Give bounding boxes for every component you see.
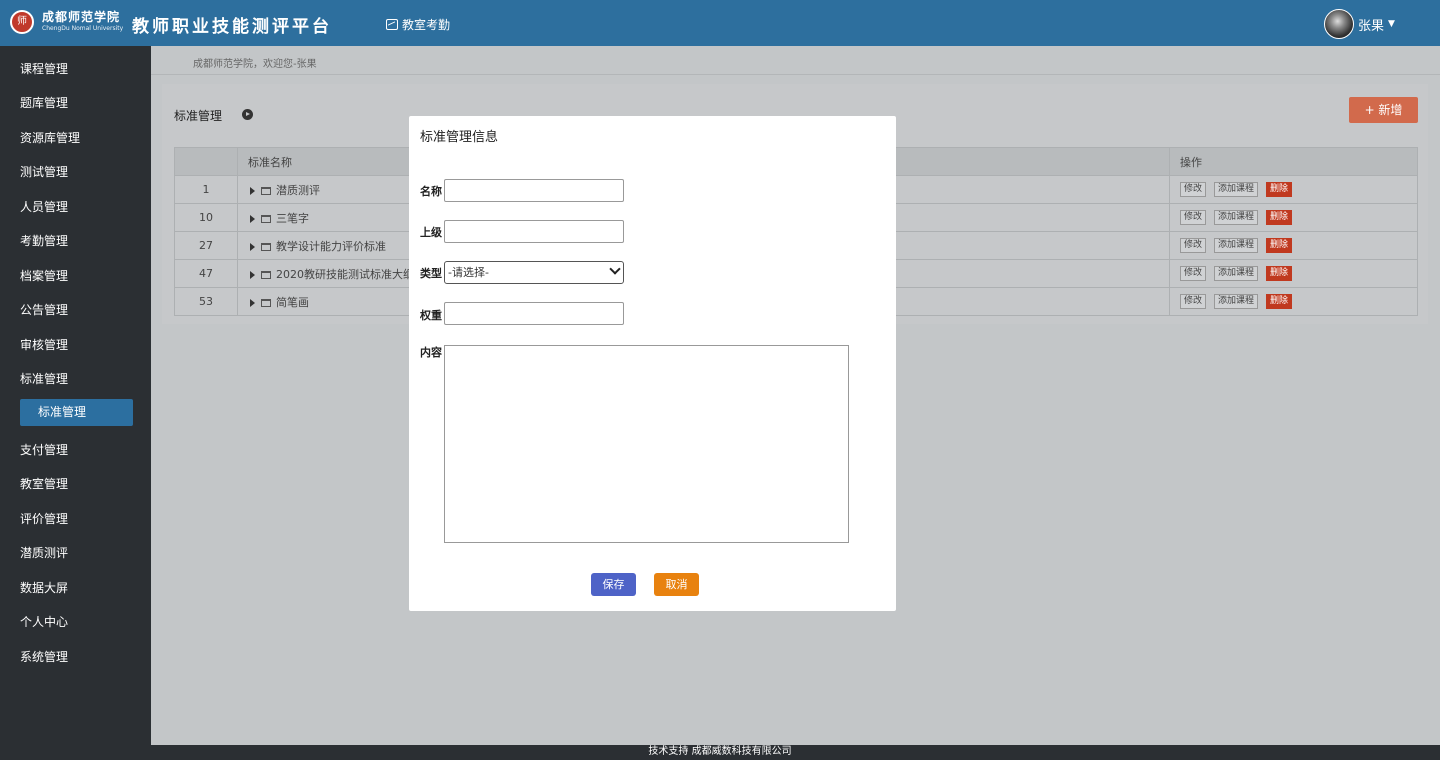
add-course-button[interactable]: 添加课程 [1214,182,1259,197]
edit-button[interactable]: 修改 [1180,238,1207,253]
row-index: 10 [174,203,238,232]
breadcrumb-bar: 成都师范学院，欢迎您-张果 [151,46,1440,75]
avatar [1324,9,1354,39]
row-actions: 修改 添加课程 删除 [1169,231,1418,260]
caret-down-icon: ▼ [1388,19,1395,29]
row-actions: 修改 添加课程 删除 [1169,287,1418,316]
expand-icon[interactable] [250,214,255,223]
row-index: 1 [174,175,238,204]
expand-icon[interactable] [250,298,255,307]
school-name-cn: 成都师范学院 [42,10,121,24]
sidebar-item-tests[interactable]: 测试管理 [20,163,68,180]
add-course-button[interactable]: 添加课程 [1214,238,1259,253]
type-label: 类型 [420,267,442,280]
sidebar-item-standards[interactable]: 标准管理 [20,370,68,387]
row-name: 三笔字 [276,211,309,225]
school-logo-icon: 师 [10,10,34,34]
row-actions: 修改 添加课程 删除 [1169,175,1418,204]
add-course-button[interactable]: 添加课程 [1214,294,1259,309]
sidebar-item-question-bank[interactable]: 题库管理 [20,94,68,111]
row-name: 潜质测评 [276,183,320,197]
delete-button[interactable]: 删除 [1266,294,1293,309]
sidebar-item-personnel[interactable]: 人员管理 [20,198,68,215]
name-field[interactable] [444,179,624,202]
dialog-title: 标准管理信息 [420,130,499,145]
row-index: 53 [174,287,238,316]
breadcrumb: 成都师范学院，欢迎您-张果 [193,59,317,70]
row-name: 简笔画 [276,295,309,309]
delete-button[interactable]: 删除 [1266,182,1293,197]
row-actions: 修改 添加课程 删除 [1169,259,1418,288]
sidebar-item-personal-center[interactable]: 个人中心 [20,613,68,630]
platform-title: 教师职业技能测评平台 [132,17,332,37]
sidebar-item-system[interactable]: 系统管理 [20,648,68,665]
panel-title: 标准管理 [174,109,223,123]
sidebar-item-course[interactable]: 课程管理 [20,60,68,77]
parent-field[interactable] [444,220,624,243]
chart-icon [386,19,398,30]
content-label: 内容 [420,346,442,359]
sidebar-item-attendance[interactable]: 考勤管理 [20,232,68,249]
save-button[interactable]: 保存 [591,573,636,596]
delete-button[interactable]: 删除 [1266,210,1293,225]
folder-icon [261,186,271,195]
row-actions: 修改 添加课程 删除 [1169,203,1418,232]
play-circle-icon[interactable] [242,109,253,120]
sidebar-item-announcements[interactable]: 公告管理 [20,301,68,318]
school-name: 成都师范学院 ChengDu Nomal University [42,11,123,32]
classroom-attendance-link[interactable]: 教室考勤 [386,16,450,33]
type-select[interactable]: -请选择- [444,261,624,284]
edit-button[interactable]: 修改 [1180,182,1207,197]
sidebar-item-potential-assessment[interactable]: 潜质测评 [20,544,68,561]
type-select-value: -请选择- [448,266,489,279]
row-name: 2020教研技能测试标准大纲 [276,267,414,281]
sidebar-item-archives[interactable]: 档案管理 [20,267,68,284]
sidebar-item-payment[interactable]: 支付管理 [20,441,68,458]
parent-label: 上级 [420,226,442,239]
weight-label: 权重 [420,309,442,322]
expand-icon[interactable] [250,270,255,279]
edit-button[interactable]: 修改 [1180,266,1207,281]
column-header-actions: 操作 [1169,147,1418,176]
add-button[interactable]: + 新增 [1349,97,1418,123]
user-name: 张果 [1358,18,1385,34]
delete-button[interactable]: 删除 [1266,238,1293,253]
content-textarea[interactable] [444,345,849,543]
school-name-en: ChengDu Nomal University [42,25,124,32]
standard-info-dialog: 标准管理信息 名称 上级 类型 -请选择- 权重 内容 保存 取消 [409,116,896,611]
edit-button[interactable]: 修改 [1180,210,1207,225]
footer: 技术支持 成都威数科技有限公司 [0,745,1440,760]
user-menu[interactable]: 张果 ▼ [1324,9,1395,39]
cancel-button[interactable]: 取消 [654,573,699,596]
top-header: 师 成都师范学院 ChengDu Nomal University 教师职业技能… [0,0,1440,46]
row-index: 47 [174,259,238,288]
row-index: 27 [174,231,238,260]
expand-icon[interactable] [250,242,255,251]
sidebar: 课程管理 题库管理 资源库管理 测试管理 人员管理 考勤管理 档案管理 公告管理… [0,46,151,745]
classroom-attendance-label: 教室考勤 [402,18,451,32]
sidebar-item-review[interactable]: 审核管理 [20,336,68,353]
row-name: 教学设计能力评价标准 [276,239,386,253]
folder-icon [261,298,271,307]
sidebar-item-classrooms[interactable]: 教室管理 [20,475,68,492]
expand-icon[interactable] [250,186,255,195]
add-course-button[interactable]: 添加课程 [1214,266,1259,281]
sidebar-item-data-screen[interactable]: 数据大屏 [20,579,68,596]
weight-field[interactable] [444,302,624,325]
sidebar-subitem-standards[interactable]: 标准管理 [20,399,133,426]
folder-icon [261,242,271,251]
chevron-down-icon [609,263,621,275]
sidebar-item-evaluation[interactable]: 评价管理 [20,510,68,527]
column-header-index [174,147,238,176]
name-label: 名称 [420,185,442,198]
folder-icon [261,214,271,223]
sidebar-item-resources[interactable]: 资源库管理 [20,129,80,146]
delete-button[interactable]: 删除 [1266,266,1293,281]
add-course-button[interactable]: 添加课程 [1214,210,1259,225]
edit-button[interactable]: 修改 [1180,294,1207,309]
folder-icon [261,270,271,279]
